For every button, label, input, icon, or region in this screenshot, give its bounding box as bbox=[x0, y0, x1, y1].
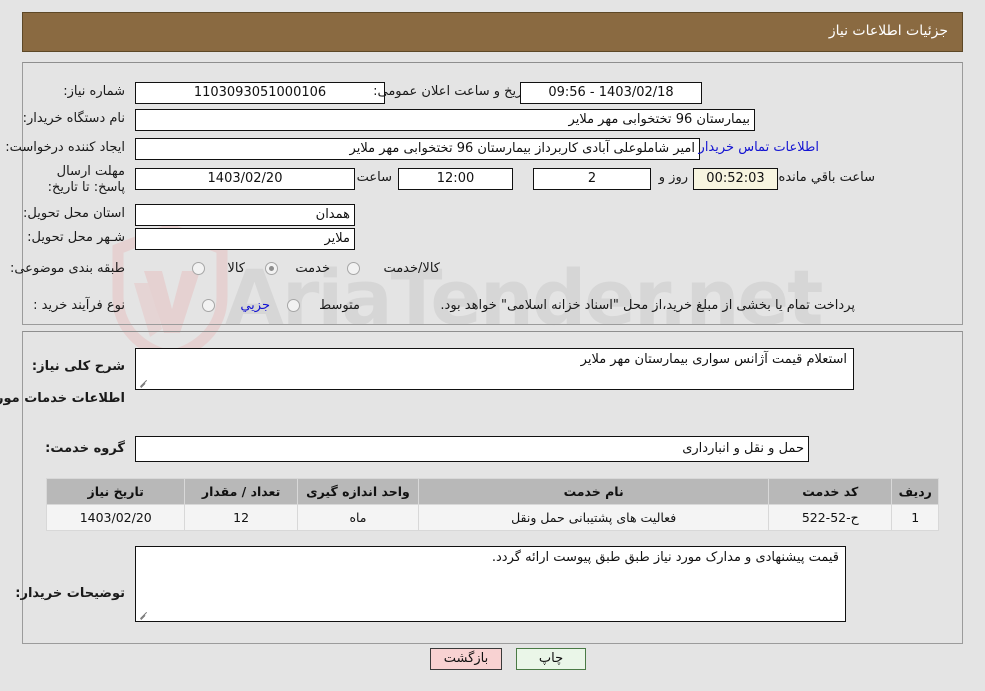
cell-name: فعالیت های پشتیبانی حمل ونقل bbox=[418, 504, 770, 531]
cell-unit: ماه bbox=[296, 504, 420, 531]
need-details-page: AriaTender.net جزئیات اطلاعات نیاز شماره… bbox=[0, 0, 985, 691]
radio-label-process-motevaset: متوسط bbox=[319, 298, 360, 313]
need-number-value: 1103093051000106 bbox=[135, 82, 385, 104]
payment-note-text: پرداخت تمام یا بخشی از مبلغ خرید،از محل … bbox=[440, 298, 855, 313]
radio-label-category-khedmat: خدمت bbox=[295, 261, 330, 276]
delivery-city-value: ملایر bbox=[135, 228, 355, 250]
th-qty: تعداد / مقدار bbox=[184, 478, 298, 505]
radio-label-category-kala-khedmat: کالا/خدمت bbox=[383, 261, 440, 276]
th-unit: واحد اندازه گیری bbox=[296, 478, 420, 505]
th-name: نام خدمت bbox=[418, 478, 770, 505]
table-header-row: ردیف کد خدمت نام خدمت واحد اندازه گیری ت… bbox=[45, 478, 939, 505]
remaining-days-value: 2 bbox=[533, 168, 651, 190]
resize-grip-icon[interactable] bbox=[139, 377, 149, 388]
deadline-hour-label: ساعت bbox=[356, 170, 392, 185]
request-creator-label: ایجاد کننده درخواست: bbox=[5, 140, 125, 155]
buyer-org-value: بیمارستان 96 تختخوابی مهر ملایر bbox=[135, 109, 755, 131]
delivery-province-label: استان محل تحویل: bbox=[23, 206, 125, 221]
page-title: جزئیات اطلاعات نیاز bbox=[828, 23, 948, 39]
request-creator-value: امیر شاملوعلی آبادی کاربرداز بیمارستان 9… bbox=[135, 138, 700, 160]
th-date: تاریخ نیاز bbox=[45, 478, 186, 505]
resize-grip-icon[interactable] bbox=[139, 609, 149, 620]
buyer-org-label: نام دستگاه خریدار: bbox=[22, 111, 125, 126]
subject-category-label: طبقه بندی موضوعی: bbox=[9, 261, 125, 276]
deadline-time-value: 12:00 bbox=[398, 168, 513, 190]
announce-datetime-value: 1403/02/18 - 09:56 bbox=[520, 82, 702, 104]
buyer-notes-label: توضیحات خریدار: bbox=[15, 586, 125, 601]
radio-label-category-kala: کالا bbox=[227, 261, 245, 276]
countdown-timer-value: 00:52:03 bbox=[693, 168, 778, 190]
services-section-title: اطلاعات خدمات مورد نیاز bbox=[0, 391, 125, 406]
deadline-label: مهلت ارسال پاسخ: تا تاریخ: bbox=[47, 164, 125, 195]
deadline-date-value: 1403/02/20 bbox=[135, 168, 355, 190]
cell-date: 1403/02/20 bbox=[45, 504, 186, 531]
cell-code: ح-52-522 bbox=[768, 504, 893, 531]
page-header-bar: جزئیات اطلاعات نیاز bbox=[22, 12, 963, 52]
radio-category-kala-khedmat[interactable] bbox=[347, 262, 360, 275]
need-summary-textarea[interactable]: استعلام قیمت آژانس سواری بیمارستان مهر م… bbox=[135, 348, 854, 390]
buyer-notes-textarea[interactable]: قیمت پیشنهادی و مدارک مورد نیاز طبق طبق … bbox=[135, 546, 846, 622]
announce-datetime-label: تاریخ و ساعت اعلان عمومی: bbox=[373, 84, 530, 99]
delivery-city-label: شـهر محل تحویل: bbox=[27, 230, 125, 245]
buyer-notes-value: قیمت پیشنهادی و مدارک مورد نیاز طبق طبق … bbox=[491, 550, 839, 565]
purchase-process-label: نوع فرآیند خرید : bbox=[33, 298, 125, 313]
cell-qty: 12 bbox=[184, 504, 298, 531]
delivery-province-value: همدان bbox=[135, 204, 355, 226]
radio-category-khedmat[interactable] bbox=[265, 262, 278, 275]
th-radif: ردیف bbox=[891, 478, 939, 505]
th-code: کد خدمت bbox=[768, 478, 893, 505]
remaining-days-label: روز و bbox=[658, 170, 688, 185]
need-summary-value: استعلام قیمت آژانس سواری بیمارستان مهر م… bbox=[580, 352, 847, 367]
service-group-value: حمل و نقل و انبارداری bbox=[135, 436, 809, 462]
radio-category-kala[interactable] bbox=[192, 262, 205, 275]
need-number-label: شماره نیاز: bbox=[63, 84, 125, 99]
radio-label-process-jozei: جزیي bbox=[240, 298, 270, 313]
services-table: ردیف کد خدمت نام خدمت واحد اندازه گیری ت… bbox=[45, 478, 939, 531]
service-group-label: گروه خدمت: bbox=[45, 441, 125, 456]
radio-process-motevaset[interactable] bbox=[287, 299, 300, 312]
buyer-contact-link[interactable]: اطلاعات تماس خریدار bbox=[699, 140, 819, 155]
table-row: 1 ح-52-522 فعالیت های پشتیبانی حمل ونقل … bbox=[45, 504, 939, 531]
back-button[interactable]: بازگشت bbox=[430, 648, 502, 670]
need-summary-label: شرح کلی نیاز: bbox=[31, 359, 125, 374]
print-button[interactable]: چاپ bbox=[516, 648, 586, 670]
countdown-label: ساعت باقي مانده bbox=[778, 170, 875, 185]
radio-process-jozei[interactable] bbox=[202, 299, 215, 312]
cell-radif: 1 bbox=[891, 504, 939, 531]
